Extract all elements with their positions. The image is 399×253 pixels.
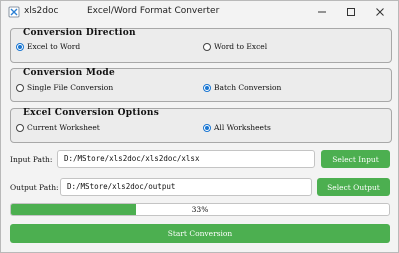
radio-label: Single File Conversion: [27, 83, 114, 92]
excel-options-group: Excel Conversion Options Current Workshe…: [10, 108, 392, 143]
output-path-label: Output Path:: [10, 183, 59, 192]
select-input-button[interactable]: Select Input: [321, 150, 390, 168]
close-icon[interactable]: [372, 4, 388, 20]
output-path-field[interactable]: D:/MStore/xls2doc/output: [60, 178, 312, 196]
radio-label: Batch Conversion: [214, 83, 282, 92]
group-title-mode: Conversion Mode: [23, 68, 116, 78]
title-bar: xls2doc Excel/Word Format Converter: [1, 1, 398, 23]
maximize-icon[interactable]: [343, 4, 359, 20]
select-output-button[interactable]: Select Output: [317, 178, 390, 196]
input-path-field[interactable]: D:/MStore/xls2doc/xls2doc/xlsx: [57, 150, 315, 168]
window-title: Excel/Word Format Converter: [87, 6, 220, 16]
radio-indicator: [203, 42, 211, 51]
radio-indicator: [203, 83, 211, 92]
group-title-excel-options: Excel Conversion Options: [23, 108, 160, 118]
app-window: xls2doc Excel/Word Format Converter Conv…: [0, 0, 399, 253]
xls2doc-app-icon: [8, 6, 20, 18]
radio-single-file[interactable]: Single File Conversion: [16, 83, 113, 92]
radio-indicator: [16, 123, 24, 132]
radio-word-to-excel[interactable]: Word to Excel: [203, 42, 267, 51]
radio-label: Current Worksheet: [27, 123, 100, 132]
progress-percent: 33%: [191, 205, 209, 214]
conversion-mode-group: Conversion Mode Single File Conversion B…: [10, 68, 392, 102]
radio-excel-to-word[interactable]: Excel to Word: [16, 42, 80, 51]
radio-current-worksheet[interactable]: Current Worksheet: [16, 123, 100, 132]
radio-label: Excel to Word: [27, 42, 81, 51]
radio-label: Word to Excel: [214, 42, 268, 51]
minimize-icon[interactable]: [314, 4, 330, 20]
radio-indicator: [16, 42, 24, 51]
input-path-label: Input Path:: [10, 155, 53, 164]
app-name: xls2doc: [24, 6, 59, 16]
radio-batch[interactable]: Batch Conversion: [203, 83, 281, 92]
progress-bar: 33%: [10, 203, 390, 216]
group-title-direction: Conversion Direction: [23, 28, 136, 38]
radio-label: All Worksheets: [214, 123, 271, 132]
radio-all-worksheets[interactable]: All Worksheets: [203, 123, 271, 132]
start-conversion-button[interactable]: Start Conversion: [10, 224, 390, 243]
radio-indicator: [16, 83, 24, 92]
conversion-direction-group: Conversion Direction Excel to Word Word …: [10, 28, 392, 63]
radio-indicator: [203, 123, 211, 132]
